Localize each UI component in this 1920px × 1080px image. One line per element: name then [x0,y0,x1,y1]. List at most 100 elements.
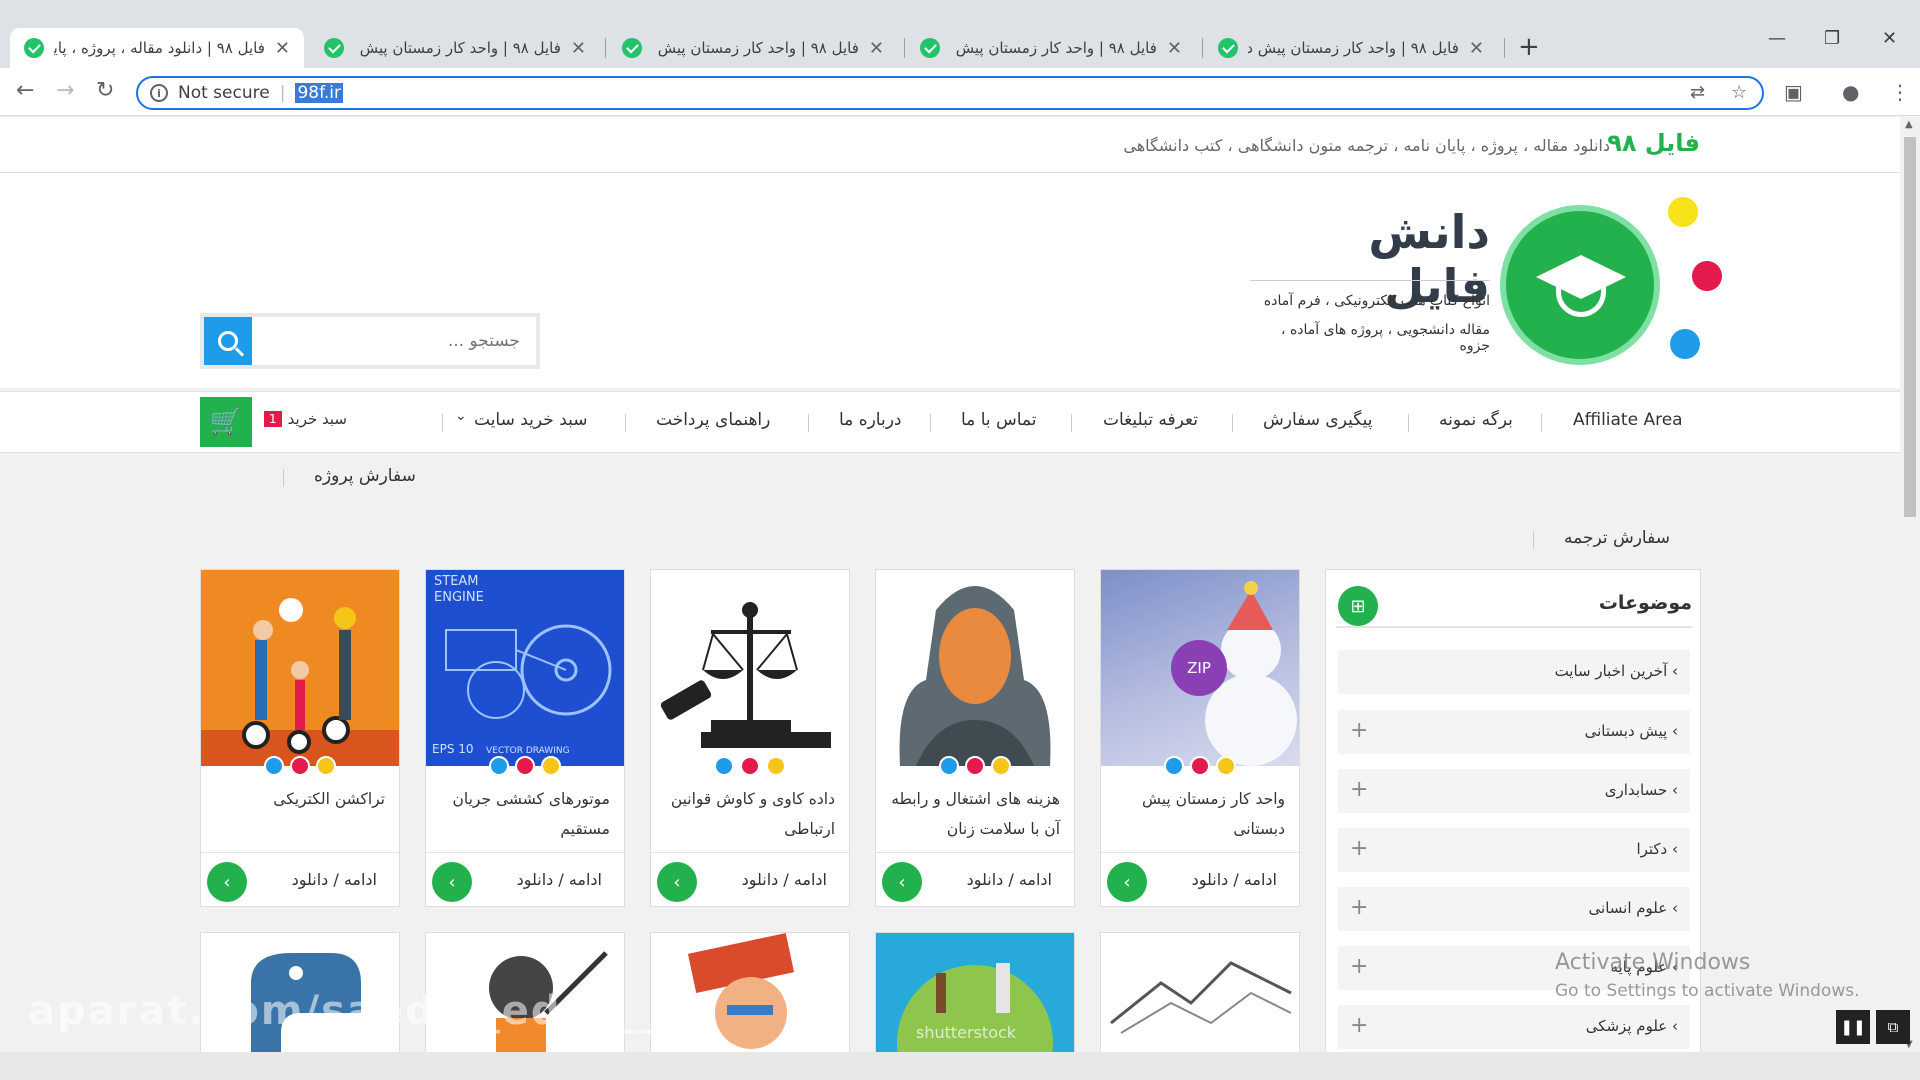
nav-separator [1541,414,1542,432]
nav-about-us[interactable]: درباره ما [839,410,902,430]
chevron-down-icon[interactable]: ⌄ [455,408,467,424]
browser-tab[interactable]: فایل ۹۸ | واحد کار زمستان پیش دبس... ✕ [310,28,600,68]
scroll-up-icon[interactable]: ▲ [1905,119,1913,130]
product-image[interactable]: STEAM ENGINE EPS 10 VECTOR DRAWING [426,570,624,766]
address-bar[interactable]: i Not secure | 98f.ir [136,76,1764,110]
back-button[interactable]: ← [16,78,34,103]
continue-download-link[interactable]: ادامه / دانلود [742,870,827,889]
new-tab-button[interactable]: + [1518,32,1540,62]
tab-close-icon[interactable]: ✕ [1469,38,1484,59]
product-title[interactable]: واحد کار زمستان پیش دبستانی [1115,784,1285,844]
expand-plus-icon[interactable]: + [1350,836,1368,861]
expand-plus-icon[interactable]: + [1350,718,1368,743]
product-title[interactable]: تراکشن الکتریکی [215,784,385,814]
hijab-woman-illustration [899,586,1051,766]
cart-summary[interactable]: 1 سبد خرید [264,410,347,428]
arrow-left-icon[interactable]: ‹ [432,862,472,902]
extension-icon[interactable]: ▣ [1784,80,1803,104]
color-dot [766,756,786,776]
nav-payment-guide[interactable]: راهنمای پرداخت [656,410,770,430]
product-card[interactable]: تراکشن الکتریکی ‹ ادامه / دانلود [200,569,400,907]
sidebar-item-humanities[interactable]: + › علوم انسانی [1338,887,1690,931]
site-favicon-icon [920,38,940,58]
product-card[interactable]: ZIP واحد کار زمستان پیش دبستانی ‹ ادامه … [1100,569,1300,907]
browser-menu-icon[interactable]: ⋮ [1890,80,1910,104]
color-dot [740,756,760,776]
nav-translation-order[interactable]: سفارش ترجمه [1564,528,1670,548]
product-title[interactable]: داده کاوی و کاوش قوانین ارتباطی [665,784,835,844]
translate-icon[interactable]: ⇄ [1690,82,1705,103]
browser-tab-active[interactable]: فایل ۹۸ | دانلود مقاله ، پروژه ، پایان ✕ [10,28,304,68]
nav-affiliate-area[interactable]: Affiliate Area [1573,410,1683,430]
continue-download-link[interactable]: ادامه / دانلود [967,870,1052,889]
expand-plus-icon[interactable]: + [1350,1013,1368,1038]
site-logo[interactable]: دانش فایل انواع کتاب هاب الکترونیکی ، فر… [1240,195,1722,365]
browser-tab[interactable]: فایل ۹۸ | واحد کار زمستان پیش دبس... ✕ [1204,28,1498,68]
product-card-partial[interactable] [1100,932,1300,1052]
minimize-button[interactable]: — [1768,28,1786,49]
maximize-button[interactable]: ❐ [1824,28,1840,49]
scrollbar-thumb[interactable] [1904,137,1916,517]
search-input[interactable] [252,317,536,365]
product-card[interactable]: STEAM ENGINE EPS 10 VECTOR DRAWING موتور… [425,569,625,907]
color-dot [1190,756,1210,776]
arrow-left-icon[interactable]: ‹ [207,862,247,902]
site-brand[interactable]: فایل ۹۸ [1607,129,1700,157]
product-image[interactable] [201,570,399,766]
tab-title: فایل ۹۸ | دانلود مقاله ، پروژه ، پایان [54,39,265,57]
browser-tab[interactable]: فایل ۹۸ | واحد کار زمستان پیش دبس... ✕ [608,28,898,68]
tab-close-icon[interactable]: ✕ [571,38,586,59]
forward-button[interactable]: → [56,78,74,103]
cart-button[interactable]: 🛒 [200,397,252,447]
arrow-left-icon[interactable]: ‹ [657,862,697,902]
product-image[interactable]: ZIP [1101,570,1299,766]
product-card-partial[interactable]: shutterstock [875,932,1075,1052]
nav-order-tracking[interactable]: پیگیری سفارش [1263,410,1372,430]
nav-advertising-rates[interactable]: تعرفه تبلیغات [1103,410,1198,430]
info-icon[interactable]: i [150,84,168,102]
arrow-left-icon[interactable]: ‹ [882,862,922,902]
page-scrollbar[interactable]: ▲ ▼ [1900,117,1920,1052]
pause-icon[interactable]: ❚❚ [1836,1010,1870,1044]
sidebar-item-accounting[interactable]: + › حسابداری [1338,769,1690,813]
picture-in-picture-icon[interactable]: ⧉ [1876,1010,1910,1044]
main-navigation: Affiliate Area برگه نمونه پیگیری سفارش ت… [0,391,1900,453]
expand-plus-icon[interactable]: + [1350,895,1368,920]
profile-icon[interactable]: ● [1842,80,1859,104]
product-card[interactable]: داده کاوی و کاوش قوانین ارتباطی ‹ ادامه … [650,569,850,907]
expand-plus-icon[interactable]: + [1350,777,1368,802]
product-card[interactable]: هزینه های اشتغال و رابطه آن با سلامت زنا… [875,569,1075,907]
browser-tab[interactable]: فایل ۹۸ | واحد کار زمستان پیش دبس... ✕ [906,28,1196,68]
nav-contact-us[interactable]: تماس با ما [961,410,1037,430]
card-footer: ‹ ادامه / دانلود [876,852,1074,906]
nav-separator [1232,414,1233,432]
sidebar-item-latest-news[interactable]: › آخرین اخبار سایت [1338,650,1690,694]
tab-close-icon[interactable]: ✕ [275,38,290,59]
tab-close-icon[interactable]: ✕ [1167,38,1182,59]
product-title[interactable]: هزینه های اشتغال و رابطه آن با سلامت زنا… [890,784,1060,844]
nav-sample-page[interactable]: برگه نمونه [1439,410,1513,430]
site-favicon-icon [24,38,44,58]
address-divider: | [279,83,286,103]
continue-download-link[interactable]: ادامه / دانلود [292,870,377,889]
expand-plus-icon[interactable]: + [1350,954,1368,979]
sidebar-item-medical-sciences[interactable]: + › علوم پزشکی [1338,1005,1690,1049]
tab-close-icon[interactable]: ✕ [869,38,884,59]
close-window-button[interactable]: ✕ [1882,28,1897,49]
bookmark-star-icon[interactable]: ☆ [1731,82,1747,103]
sidebar-item-phd[interactable]: + › دکترا [1338,828,1690,872]
url-text[interactable]: 98f.ir [295,83,343,103]
arrow-left-icon[interactable]: ‹ [1107,862,1147,902]
nav-site-cart[interactable]: سبد خرید سایت [474,410,588,430]
nav-project-order[interactable]: سفارش پروژه [314,466,416,486]
search-button[interactable] [204,317,252,365]
segway-family-illustration [201,598,399,766]
product-title[interactable]: موتورهای کششی جریان مستقیم [440,784,610,844]
sidebar-item-preschool[interactable]: + › پیش دبستانی [1338,710,1690,754]
product-image[interactable] [651,570,849,766]
continue-download-link[interactable]: ادامه / دانلود [517,870,602,889]
product-image[interactable] [876,570,1074,766]
reload-button[interactable]: ↻ [96,78,114,103]
continue-download-link[interactable]: ادامه / دانلود [1192,870,1277,889]
color-dot [316,756,336,776]
